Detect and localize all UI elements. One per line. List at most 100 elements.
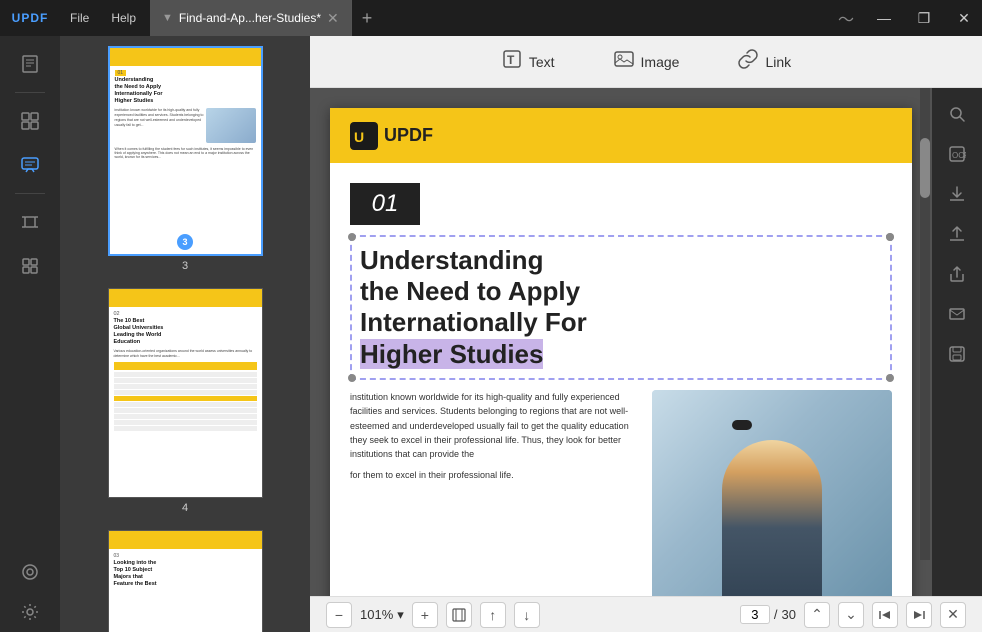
- image-tool-icon: [613, 48, 635, 75]
- page-next-button[interactable]: ⌄: [838, 602, 864, 628]
- right-icon-share[interactable]: [939, 256, 975, 292]
- file-menu[interactable]: File: [60, 7, 99, 29]
- scroll-up-button[interactable]: ↑: [480, 602, 506, 628]
- pdf-number-box: 01: [350, 183, 420, 225]
- zoom-in-button[interactable]: +: [412, 602, 438, 628]
- right-icon-ocr[interactable]: OCR: [939, 136, 975, 172]
- heading-line2: the Need to Apply: [360, 276, 882, 307]
- thumbnail-label-3: 3: [182, 260, 188, 272]
- zoom-out-icon: −: [335, 607, 343, 623]
- sidebar-icon-crop[interactable]: [10, 202, 50, 242]
- heading-line3: Internationally For: [360, 307, 882, 338]
- page-input[interactable]: [740, 605, 770, 624]
- heading-highlight: Higher Studies: [360, 339, 543, 369]
- sidebar-icon-ai[interactable]: [10, 552, 50, 592]
- pdf-viewer: U UPDF 01: [310, 88, 982, 596]
- sidebar-bottom: [10, 552, 50, 632]
- app-logo: UPDF: [0, 11, 60, 25]
- menu-bar: File Help: [60, 7, 146, 29]
- sidebar-icon-settings[interactable]: [10, 592, 50, 632]
- image-tool-button[interactable]: Image: [599, 42, 694, 81]
- corner-handle-tr[interactable]: [886, 233, 894, 241]
- thumbnail-frame-4[interactable]: 02 The 10 BestGlobal UniversitiesLeading…: [108, 288, 263, 498]
- zoom-display: 101% ▾: [360, 607, 404, 623]
- scroll-up-icon: ↑: [489, 607, 496, 623]
- image-tool-label: Image: [641, 54, 680, 70]
- pdf-scroll-area[interactable]: U UPDF 01: [310, 88, 932, 596]
- right-icon-search[interactable]: [939, 96, 975, 132]
- zoom-level: 101%: [360, 607, 393, 622]
- thumbnail-item-5[interactable]: 03 Looking into theTop 10 SubjectMajors …: [60, 530, 310, 632]
- zoom-controls: − 101% ▾ + ↑ ↓: [326, 602, 540, 628]
- right-icon-download[interactable]: [939, 176, 975, 212]
- right-sidebar: OCR: [932, 88, 982, 596]
- text-tool-label: Text: [529, 54, 555, 70]
- page-first-button[interactable]: [872, 602, 898, 628]
- right-icon-email[interactable]: [939, 296, 975, 332]
- sidebar-icon-edit[interactable]: [10, 101, 50, 141]
- add-tab-button[interactable]: +: [352, 8, 383, 29]
- person-figure: [722, 440, 822, 596]
- scrollbar-thumb[interactable]: [920, 138, 930, 198]
- close-button[interactable]: ✕: [946, 0, 982, 36]
- maximize-button[interactable]: ❐: [906, 0, 942, 36]
- pdf-logo: U UPDF: [350, 122, 433, 150]
- page-separator: /: [774, 607, 778, 622]
- pdf-heading: Understanding the Need to Apply Internat…: [360, 245, 882, 370]
- page-last-button[interactable]: [906, 602, 932, 628]
- thumbnail-item-4[interactable]: 02 The 10 BestGlobal UniversitiesLeading…: [60, 288, 310, 514]
- total-pages: 30: [782, 607, 796, 622]
- text-tool-button[interactable]: T Text: [487, 42, 569, 81]
- pdf-col-right: When it comes to fulfilling the student …: [652, 390, 892, 596]
- fit-page-button[interactable]: [446, 602, 472, 628]
- content-area: T Text Image Link: [310, 36, 982, 632]
- pdf-heading-block[interactable]: Understanding the Need to Apply Internat…: [350, 235, 892, 380]
- right-icon-upload[interactable]: [939, 216, 975, 252]
- tab-close-button[interactable]: ✕: [327, 10, 339, 27]
- zoom-dropdown-icon: ▾: [397, 607, 404, 623]
- corner-handle-br[interactable]: [886, 374, 894, 382]
- heading-line1: Understanding: [360, 245, 882, 276]
- thumbnail-label-4: 4: [182, 502, 188, 514]
- heading-line4: Higher Studies: [360, 339, 882, 370]
- thumbnail-item-3[interactable]: 01 Understandingthe Need to ApplyInterna…: [60, 46, 310, 272]
- pdf-two-col: institution known worldwide for its high…: [350, 390, 892, 596]
- tab-title: Find-and-Ap...her-Studies*: [179, 11, 321, 25]
- window-controls: 〜 — ❐ ✕: [830, 0, 982, 36]
- thumbnail-panel: 01 Understandingthe Need to ApplyInterna…: [60, 36, 310, 632]
- sidebar-icon-page[interactable]: [10, 44, 50, 84]
- zoom-out-button[interactable]: −: [326, 602, 352, 628]
- sidebar-divider-1: [15, 92, 45, 93]
- pdf-col-left: institution known worldwide for its high…: [350, 390, 638, 596]
- close-view-button[interactable]: ✕: [940, 602, 966, 628]
- minimize-button[interactable]: —: [866, 0, 902, 36]
- page-prev-button[interactable]: ⌃: [804, 602, 830, 628]
- link-tool-button[interactable]: Link: [723, 42, 805, 81]
- svg-text:U: U: [354, 129, 364, 145]
- help-menu[interactable]: Help: [101, 7, 146, 29]
- thumbnail-frame-3[interactable]: 01 Understandingthe Need to ApplyInterna…: [108, 46, 263, 256]
- titlebar: UPDF File Help ▼ Find-and-Ap...her-Studi…: [0, 0, 982, 36]
- right-icon-save[interactable]: [939, 336, 975, 372]
- pdf-logo-text: UPDF: [384, 125, 433, 146]
- svg-text:T: T: [507, 53, 515, 67]
- pdf-body-text: institution known worldwide for its high…: [350, 390, 638, 462]
- active-tab[interactable]: ▼ Find-and-Ap...her-Studies* ✕: [150, 0, 352, 36]
- link-tool-icon: [737, 48, 759, 75]
- top-toolbar: T Text Image Link: [310, 36, 982, 88]
- pdf-page-header: U UPDF: [330, 108, 912, 163]
- scroll-down-button[interactable]: ↓: [514, 602, 540, 628]
- tab-icon: ▼: [162, 12, 173, 24]
- tab-bar: ▼ Find-and-Ap...her-Studies* ✕ +: [150, 0, 830, 36]
- vertical-scrollbar[interactable]: [920, 88, 930, 560]
- zoom-in-icon: +: [421, 607, 429, 623]
- sidebar-icon-organize[interactable]: [10, 246, 50, 286]
- page-controls: / 30 ⌃ ⌄ ✕: [740, 602, 966, 628]
- main-area: 01 Understandingthe Need to ApplyInterna…: [0, 36, 982, 632]
- page-display: / 30: [740, 605, 796, 624]
- pdf-page-body: 01 Understanding the Need to Apply Inter…: [330, 163, 912, 596]
- corner-handle-bl[interactable]: [348, 374, 356, 382]
- thumbnail-frame-5[interactable]: 03 Looking into theTop 10 SubjectMajors …: [108, 530, 263, 632]
- sidebar-icon-comment[interactable]: [10, 145, 50, 185]
- bottom-bar: − 101% ▾ + ↑ ↓: [310, 596, 982, 632]
